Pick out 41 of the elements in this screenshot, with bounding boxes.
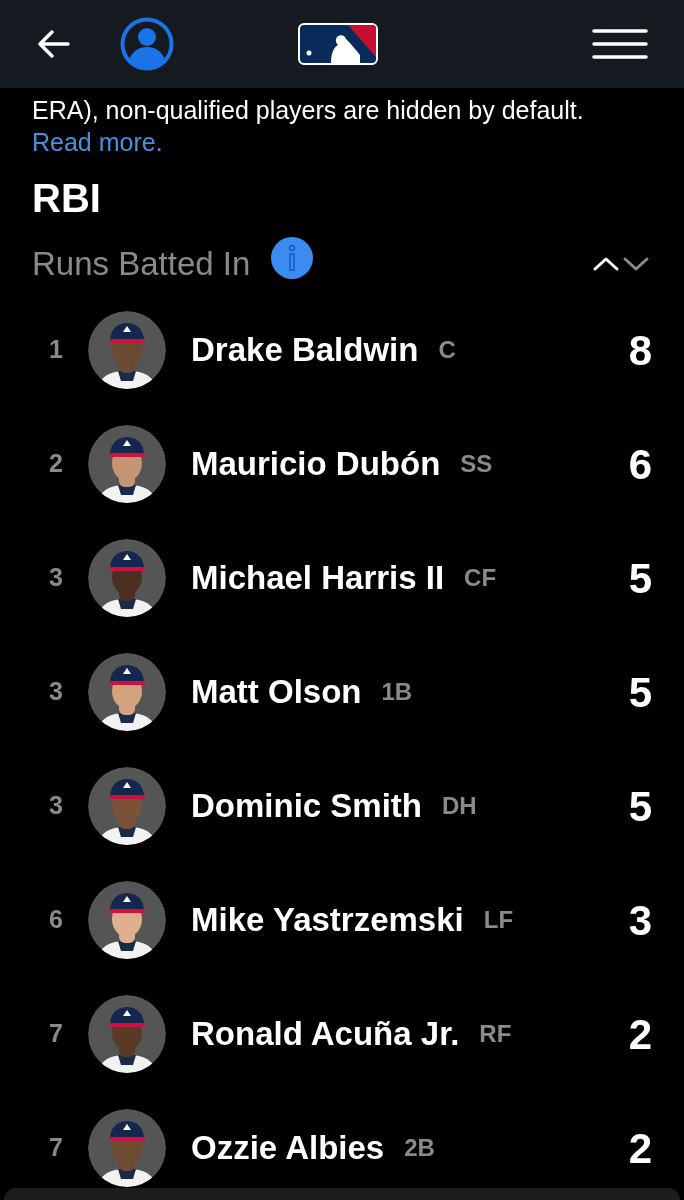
player-position: 1B: [381, 677, 413, 707]
stat-value: 5: [628, 553, 652, 604]
stat-value: 2: [628, 1123, 652, 1174]
rank: 6: [48, 904, 64, 936]
player-position: CF: [464, 563, 497, 593]
rank: 3: [48, 676, 64, 708]
player-name[interactable]: Michael Harris II: [191, 553, 445, 603]
rank: 7: [48, 1132, 64, 1164]
info-icon[interactable]: [270, 236, 315, 280]
player-name[interactable]: Mike Yastrzemski: [191, 895, 464, 945]
player-position: C: [438, 335, 456, 365]
player-name[interactable]: Mauricio Dubón: [191, 439, 441, 489]
rank: 1: [48, 334, 64, 366]
player-position: LF: [483, 905, 514, 935]
intro-sentence: ERA), non-qualified players are hidden by default.: [32, 96, 584, 124]
stat-title: RBI: [31, 175, 102, 222]
rank: 2: [48, 448, 64, 480]
menu-icon[interactable]: [592, 28, 648, 60]
player-name[interactable]: Drake Baldwin: [191, 325, 419, 375]
player-position: SS: [460, 449, 493, 479]
back-arrow-icon[interactable]: [36, 29, 70, 59]
player-name[interactable]: Matt Olson: [191, 667, 362, 717]
stat-subtitle: Runs Batted In: [32, 244, 251, 285]
stat-value: 2: [628, 1009, 652, 1060]
stat-value: 5: [628, 781, 652, 832]
player-position: DH: [442, 791, 477, 821]
player-position: RF: [479, 1019, 512, 1049]
rank: 3: [48, 790, 64, 822]
read-more-link[interactable]: Read more.: [32, 128, 163, 156]
account-icon[interactable]: [120, 17, 174, 71]
player-name[interactable]: Ronald Acuña Jr.: [191, 1009, 460, 1059]
player-name[interactable]: Dominic Smith: [191, 781, 423, 831]
stat-value: 8: [628, 325, 652, 376]
stat-value: 6: [628, 439, 652, 490]
stat-value: 5: [628, 667, 652, 718]
stat-value: 3: [628, 895, 652, 946]
player-position: 2B: [404, 1133, 435, 1163]
rank: 3: [48, 562, 64, 594]
rank: 7: [48, 1018, 64, 1050]
player-name[interactable]: Ozzie Albies: [191, 1123, 385, 1173]
league-logo[interactable]: [298, 23, 378, 65]
